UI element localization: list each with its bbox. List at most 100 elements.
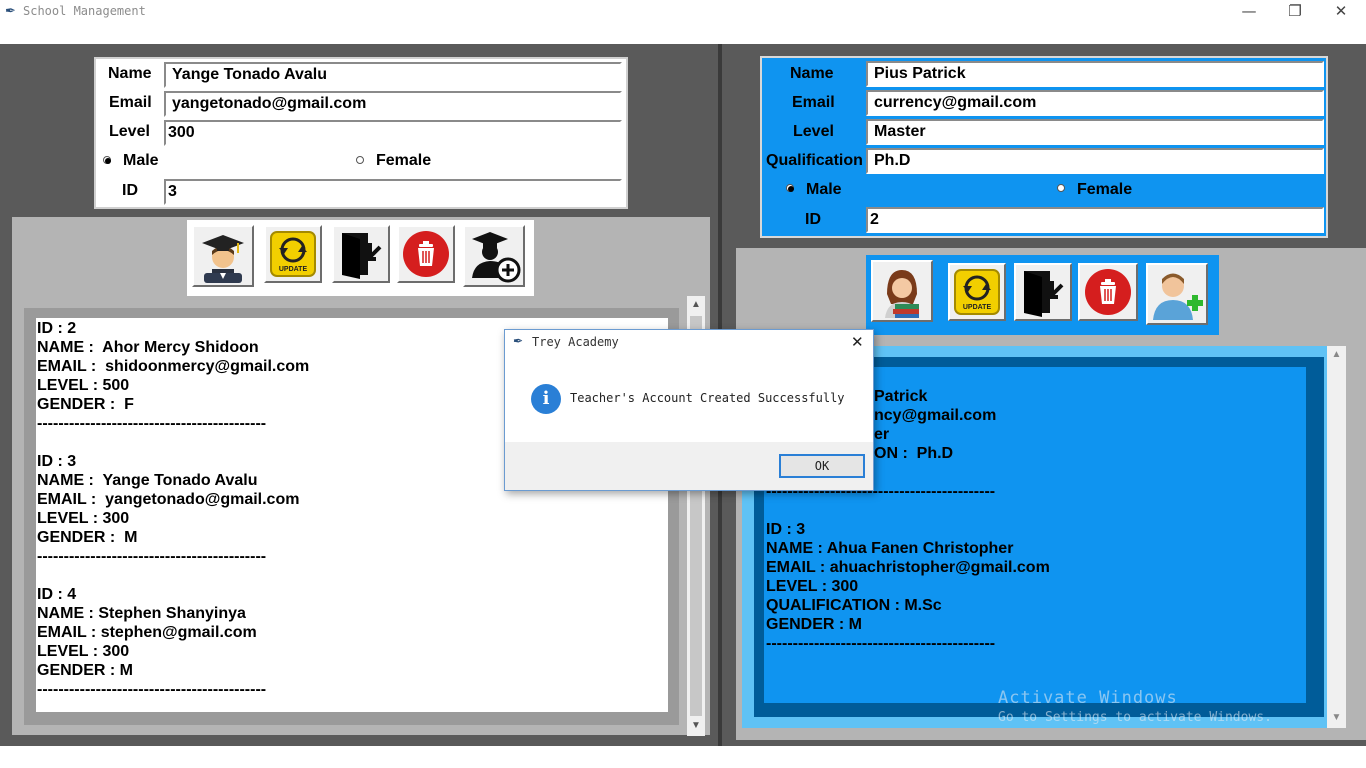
student-record-name: NAME : Yange Tonado Avalu [37,472,258,489]
student-id-field[interactable]: 3 [164,179,622,205]
student-email-field[interactable]: yangetonado@gmail.com [164,91,622,117]
student-name-label: Name [108,65,152,82]
student-record-level: LEVEL : 300 [37,643,130,660]
add-student-icon [472,232,521,283]
student-record-gender: GENDER : M [37,529,138,546]
teacher-view-button[interactable] [871,260,933,322]
teacher-id-field[interactable]: 2 [866,207,1324,233]
teacher-record-id: ID : 3 [766,521,806,538]
record-spacer [37,433,309,452]
teacher-male-label[interactable]: Male [806,181,842,199]
teacher-name-label: Name [790,65,834,82]
teacher-record-email: EMAIL : ahuachristopher@gmail.com [766,559,1050,576]
delete-bin-icon [1085,269,1131,315]
teacher-record-gender: GENDER : M [766,616,862,633]
student-record-gender: GENDER : F [37,396,134,413]
teacher-female-label[interactable]: Female [1077,181,1132,199]
feather-app-icon: ✒ [5,3,16,18]
student-female-label[interactable]: Female [376,152,431,170]
teacher-toolbar: UPDATE [866,255,1219,335]
student-record-id: ID : 4 [37,586,77,603]
teacher-female-radio[interactable] [1057,184,1065,192]
teacher-record-level: LEVEL : 300 [766,578,859,595]
scroll-down-icon[interactable]: ▼ [1327,709,1346,727]
close-window-button[interactable]: ✕ [1318,0,1364,22]
student-record-id: ID : 2 [37,320,77,337]
teacher-name-field[interactable]: Pius Patrick [866,61,1324,87]
student-update-button[interactable]: UPDATE [264,225,322,283]
dialog-title: Trey Academy [532,335,619,349]
teacher-record-qualification: QUALIFICATION : M.Sc [766,597,942,614]
dialog-close-button[interactable]: ✕ [851,333,864,351]
student-update-text: UPDATE [279,266,308,273]
student-name-field[interactable]: Yange Tonado Avalu [164,62,622,88]
student-id-label: ID [122,182,138,199]
teacher-qualification-label: Qualification [766,152,863,169]
student-record-name: NAME : Stephen Shanyinya [37,605,246,622]
bottom-strip [0,746,1366,768]
watermark-line-1: Activate Windows [998,688,1178,708]
student-female-radio[interactable] [356,156,364,164]
dialog-ok-button[interactable]: OK [779,454,865,478]
feather-app-icon: ✒ [513,334,524,348]
exit-door-icon [342,233,382,279]
student-male-radio[interactable] [103,156,111,164]
student-add-button[interactable] [463,225,525,287]
window-title: School Management [23,4,146,18]
student-male-label[interactable]: Male [123,152,159,170]
message-dialog: ✒ Trey Academy ✕ i Teacher's Account Cre… [504,329,874,491]
teacher-scrollbar[interactable]: ▲ ▼ [1327,346,1346,728]
teacher-add-button[interactable] [1146,263,1208,325]
teacher-qualification-field[interactable]: Ph.D [866,148,1324,174]
student-record-id: ID : 3 [37,453,77,470]
teacher-exit-button[interactable] [1014,263,1072,321]
student-record-gender: GENDER : M [37,662,133,679]
record-spacer [37,699,309,712]
record-separator: ----------------------------------------… [766,635,996,652]
student-exit-button[interactable] [332,225,390,283]
teacher-email-field[interactable]: currency@gmail.com [866,90,1324,116]
student-view-button[interactable] [192,225,254,287]
student-delete-button[interactable] [397,225,455,283]
window-titlebar: ✒ School Management — ❐ ✕ [0,0,1366,44]
student-toolbar: UPDATE [187,220,534,296]
student-form: Name Yange Tonado Avalu Email yangetonad… [94,57,628,209]
teacher-id-label: ID [805,211,821,228]
student-record-email: EMAIL : yangetonado@gmail.com [37,491,300,508]
update-icon: UPDATE [954,269,1000,315]
teacher-level-field[interactable]: Master [866,119,1324,145]
scroll-up-icon[interactable]: ▲ [687,296,705,314]
teacher-level-label: Level [793,123,834,140]
student-record-email: EMAIL : stephen@gmail.com [37,624,257,641]
update-icon: UPDATE [270,231,316,277]
scroll-down-icon[interactable]: ▼ [687,717,705,735]
record-separator: ----------------------------------------… [37,548,267,565]
activate-windows-watermark: Activate Windows Go to Settings to activ… [998,688,1272,725]
record-separator: ----------------------------------------… [37,415,267,432]
record-separator: ----------------------------------------… [37,681,267,698]
teacher-record-name: NAME : Ahua Fanen Christopher [766,540,1014,557]
record-spacer [37,566,309,585]
teacher-update-button[interactable]: UPDATE [948,263,1006,321]
restore-button[interactable]: ❐ [1272,0,1318,22]
info-icon: i [531,384,561,414]
student-level-field[interactable]: 300 [164,120,622,146]
student-email-label: Email [109,94,152,111]
exit-door-icon [1024,271,1064,317]
teacher-email-label: Email [792,94,835,111]
teacher-delete-button[interactable] [1078,263,1138,321]
scroll-up-icon[interactable]: ▲ [1327,346,1346,364]
minimize-button[interactable]: — [1226,0,1272,22]
teacher-icon [885,270,919,318]
student-record-level: LEVEL : 500 [37,377,130,394]
graduate-student-icon [202,235,244,283]
teacher-male-radio[interactable] [786,184,794,192]
student-record-level: LEVEL : 300 [37,510,130,527]
student-record-email: EMAIL : shidoonmercy@gmail.com [37,358,310,375]
student-level-label: Level [109,123,150,140]
teacher-form: Name Pius Patrick Email currency@gmail.c… [760,56,1328,238]
watermark-line-2: Go to Settings to activate Windows. [998,710,1272,725]
dialog-message: Teacher's Account Created Successfully [570,391,845,405]
delete-bin-icon [403,231,449,277]
student-record-name: NAME : Ahor Mercy Shidoon [37,339,259,356]
